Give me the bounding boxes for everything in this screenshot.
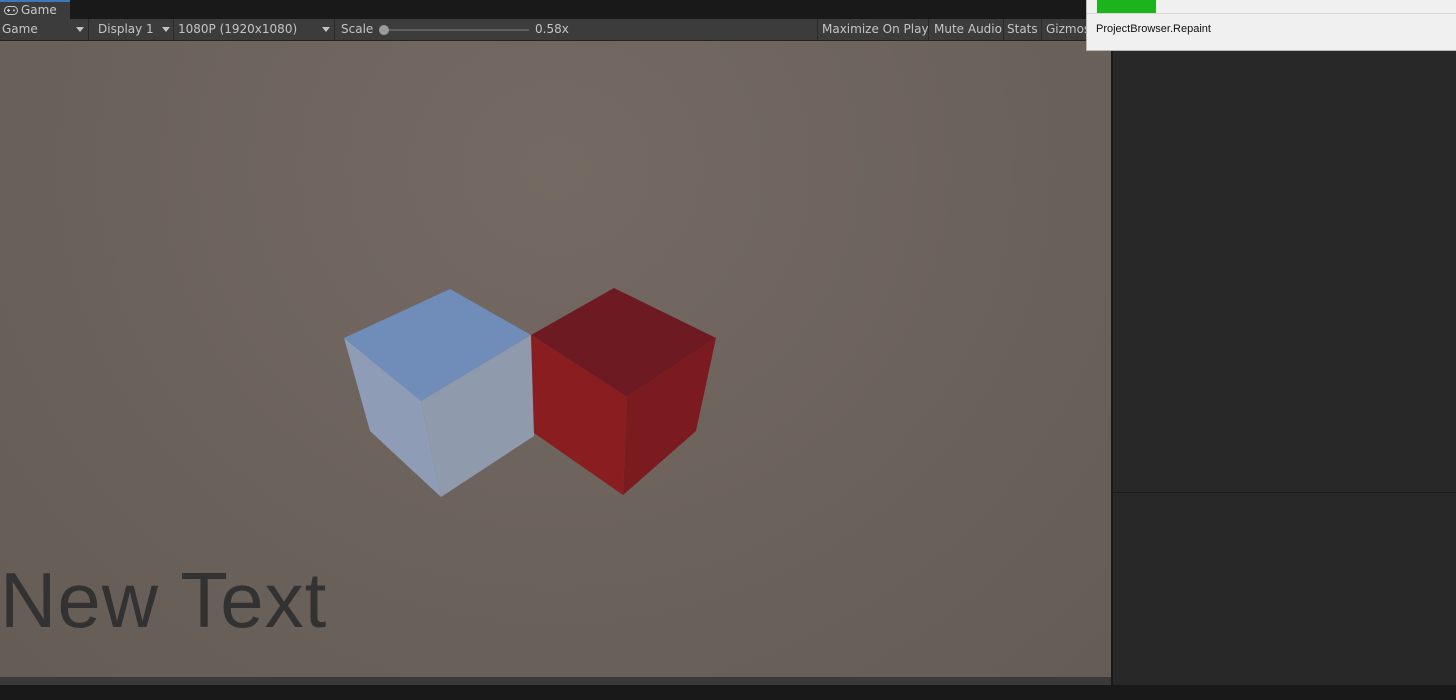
panel-divider[interactable] [1113,492,1456,493]
blue-cube [344,289,534,497]
tab-game[interactable]: Game [0,0,70,19]
progress-track [1087,13,1456,14]
game-view-toolbar: Game Display 1 1080P (1920x1080) Scale 0… [0,19,1112,41]
gizmos-toggle[interactable]: Gizmos [1046,19,1090,40]
scale-slider-track[interactable] [383,29,529,31]
maximize-on-play-toggle[interactable]: Maximize On Play [822,19,929,40]
toolbar-divider [817,19,818,40]
gamepad-icon [4,6,18,15]
display-chevron-down-icon[interactable] [162,27,170,32]
scale-value: 0.58x [535,22,569,36]
view-mode-chevron-down-icon[interactable] [76,27,84,32]
tab-game-label: Game [21,3,57,17]
status-bar [0,685,1456,700]
red-cube [531,288,716,495]
progress-popup: ProjectBrowser.Repaint [1086,0,1456,51]
viewport-bottom-strip [0,677,1111,685]
dock-tab-bar: Game [0,0,1112,19]
scale-slider-handle[interactable] [379,25,389,35]
toolbar-divider [1041,19,1042,40]
view-mode-dropdown[interactable]: Game [2,19,38,40]
display-dropdown[interactable]: Display 1 [98,19,154,40]
toolbar-divider [1003,19,1004,40]
progress-message: ProjectBrowser.Repaint [1096,23,1211,35]
toolbar-divider [334,19,335,40]
game-viewport[interactable]: New Text [0,41,1111,677]
stats-toggle[interactable]: Stats [1007,19,1038,40]
right-dock-panel [1113,41,1456,685]
new-text-label: New Text [0,556,328,644]
resolution-chevron-down-icon[interactable] [322,27,330,32]
progress-bar-fill [1097,0,1156,13]
toolbar-divider [173,19,174,40]
toolbar-divider [88,19,89,40]
toolbar-divider [928,19,929,40]
mute-audio-toggle[interactable]: Mute Audio [934,19,1002,40]
scale-label: Scale [341,22,374,36]
resolution-dropdown[interactable]: 1080P (1920x1080) [178,19,297,40]
